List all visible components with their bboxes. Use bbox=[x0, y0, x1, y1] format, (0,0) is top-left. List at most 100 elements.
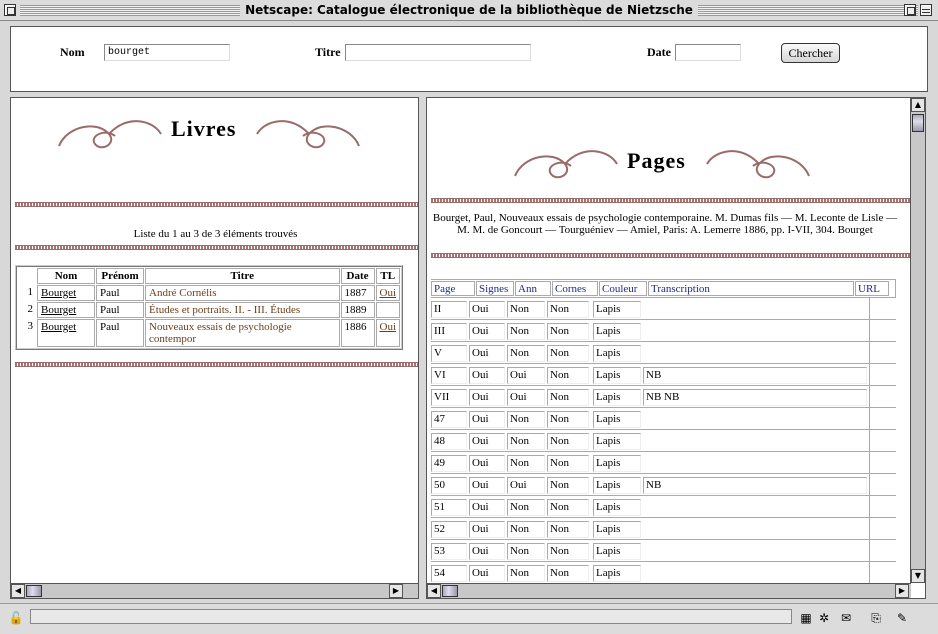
flourish-right-icon bbox=[706, 150, 810, 179]
status-bar: 🔓 ▦ ✲ ✉ ⎘ ✎ bbox=[0, 603, 938, 634]
mail-icon[interactable]: ✉ bbox=[838, 611, 854, 625]
ann-cell: Non bbox=[507, 499, 545, 516]
books-horizontal-scrollbar[interactable]: ◀ ▶ bbox=[11, 583, 418, 598]
pages-rows: II Oui Non Non Lapis III Oui Non Non Lapis V Oui Non… bbox=[431, 298, 896, 584]
window-titlebar[interactable]: Netscape: Catalogue électronique de la b… bbox=[0, 0, 938, 21]
cornes-cell: Non bbox=[547, 477, 589, 494]
scroll-thumb[interactable] bbox=[26, 585, 42, 597]
flourish-right-icon bbox=[256, 120, 360, 149]
pages-horizontal-scrollbar[interactable]: ◀ ▶ bbox=[427, 583, 911, 598]
tl-link[interactable]: Oui bbox=[380, 321, 397, 333]
col-date: Date bbox=[340, 268, 375, 284]
scroll-thumb[interactable] bbox=[442, 585, 458, 597]
pages-vertical-scrollbar[interactable]: ▲ ▼ bbox=[910, 98, 925, 583]
table-row: 49 Oui Non Non Lapis bbox=[431, 452, 896, 474]
titre-label: Titre bbox=[315, 45, 341, 59]
scroll-down-arrow-icon[interactable]: ▼ bbox=[911, 569, 925, 583]
scroll-right-arrow-icon[interactable]: ▶ bbox=[895, 584, 909, 598]
book-reference: Bourget, Paul, Nouveaux essais de psycho… bbox=[432, 212, 898, 236]
results-count: Liste du 1 au 3 de 3 éléments trouvés bbox=[133, 228, 298, 240]
date-input[interactable] bbox=[675, 44, 741, 61]
cornes-cell: Non bbox=[547, 301, 589, 318]
cornes-cell: Non bbox=[547, 543, 589, 560]
signes-cell: Oui bbox=[469, 521, 505, 538]
ann-cell: Non bbox=[507, 565, 545, 582]
table-row: 2 Bourget Paul Études et portraits. II. … bbox=[18, 302, 400, 318]
couleur-cell: Lapis bbox=[593, 323, 641, 340]
page-cell: II bbox=[431, 301, 467, 318]
scroll-left-arrow-icon[interactable]: ◀ bbox=[11, 584, 25, 598]
cornes-cell: Non bbox=[547, 367, 589, 384]
couleur-cell: Lapis bbox=[593, 411, 641, 428]
ann-cell: Non bbox=[507, 411, 545, 428]
page-cell: V bbox=[431, 345, 467, 362]
ann-cell: Oui bbox=[507, 389, 545, 406]
scroll-left-arrow-icon[interactable]: ◀ bbox=[427, 584, 441, 598]
table-row: II Oui Non Non Lapis bbox=[431, 298, 896, 320]
component-bar-icon[interactable]: ▦ bbox=[798, 611, 814, 625]
zoom-box-icon[interactable] bbox=[904, 4, 916, 16]
transcription-cell: NB bbox=[643, 367, 867, 384]
couleur-cell: Lapis bbox=[593, 477, 641, 494]
author-link[interactable]: Bourget bbox=[41, 287, 76, 299]
scroll-thumb[interactable] bbox=[912, 114, 924, 132]
date-cell: 1886 bbox=[340, 319, 375, 347]
composer-icon[interactable]: ⎘ bbox=[868, 611, 884, 625]
ann-cell: Non bbox=[507, 433, 545, 450]
ann-cell: Oui bbox=[507, 367, 545, 384]
chercher-button[interactable]: Chercher bbox=[781, 43, 840, 63]
title-cell: Études et portraits. II. - III. Études bbox=[145, 302, 340, 318]
page-cell: 51 bbox=[431, 499, 467, 516]
table-row: III Oui Non Non Lapis bbox=[431, 320, 896, 342]
table-row: 3 Bourget Paul Nouveaux essais de psycho… bbox=[18, 319, 400, 347]
books-header: Livres bbox=[11, 98, 418, 158]
couleur-cell: Lapis bbox=[593, 345, 641, 362]
cornes-cell: Non bbox=[547, 521, 589, 538]
prenom-cell: Paul bbox=[96, 285, 144, 301]
ann-cell: Non bbox=[507, 455, 545, 472]
pen-icon[interactable]: ✎ bbox=[894, 611, 910, 625]
titre-input[interactable] bbox=[345, 44, 531, 61]
signes-cell: Oui bbox=[469, 499, 505, 516]
date-cell: 1889 bbox=[340, 302, 375, 318]
signes-cell: Oui bbox=[469, 455, 505, 472]
page-cell: 50 bbox=[431, 477, 467, 494]
author-link[interactable]: Bourget bbox=[41, 321, 76, 333]
nom-input[interactable]: bourget bbox=[104, 44, 230, 61]
ornament-divider bbox=[431, 198, 911, 203]
scroll-right-arrow-icon[interactable]: ▶ bbox=[389, 584, 403, 598]
page-cell: VII bbox=[431, 389, 467, 406]
page-cell: 54 bbox=[431, 565, 467, 582]
row-number: 2 bbox=[27, 303, 34, 315]
table-row: VI Oui Oui Non Lapis NB bbox=[431, 364, 896, 386]
signes-cell: Oui bbox=[469, 301, 505, 318]
author-link[interactable]: Bourget bbox=[41, 304, 76, 316]
lock-icon[interactable]: 🔓 bbox=[8, 611, 24, 625]
ann-cell: Non bbox=[507, 543, 545, 560]
col-url: URL bbox=[855, 281, 889, 296]
ornament-divider bbox=[15, 202, 418, 207]
cornes-cell: Non bbox=[547, 345, 589, 362]
couleur-cell: Lapis bbox=[593, 543, 641, 560]
prenom-cell: Paul bbox=[96, 302, 144, 318]
scroll-up-arrow-icon[interactable]: ▲ bbox=[911, 98, 925, 112]
collapse-box-icon[interactable] bbox=[920, 4, 932, 16]
table-row: 51 Oui Non Non Lapis bbox=[431, 496, 896, 518]
table-row: 47 Oui Non Non Lapis bbox=[431, 408, 896, 430]
ann-cell: Non bbox=[507, 301, 545, 318]
books-table-header: Nom Prénom Titre Date TL bbox=[18, 268, 400, 284]
col-tl: TL bbox=[375, 268, 400, 284]
couleur-cell: Lapis bbox=[593, 565, 641, 582]
ann-cell: Oui bbox=[507, 477, 545, 494]
couleur-cell: Lapis bbox=[593, 521, 641, 538]
page-cell: 53 bbox=[431, 543, 467, 560]
table-row: 54 Oui Non Non Lapis bbox=[431, 562, 896, 584]
tl-link[interactable]: Oui bbox=[380, 287, 397, 299]
col-titre: Titre bbox=[145, 268, 340, 284]
nom-label: Nom bbox=[60, 45, 85, 59]
ornament-divider bbox=[431, 253, 911, 258]
row-number: 1 bbox=[27, 286, 34, 298]
title-cell: André Cornélis bbox=[145, 285, 340, 301]
security-icon[interactable]: ✲ bbox=[816, 611, 832, 625]
table-row: 48 Oui Non Non Lapis bbox=[431, 430, 896, 452]
